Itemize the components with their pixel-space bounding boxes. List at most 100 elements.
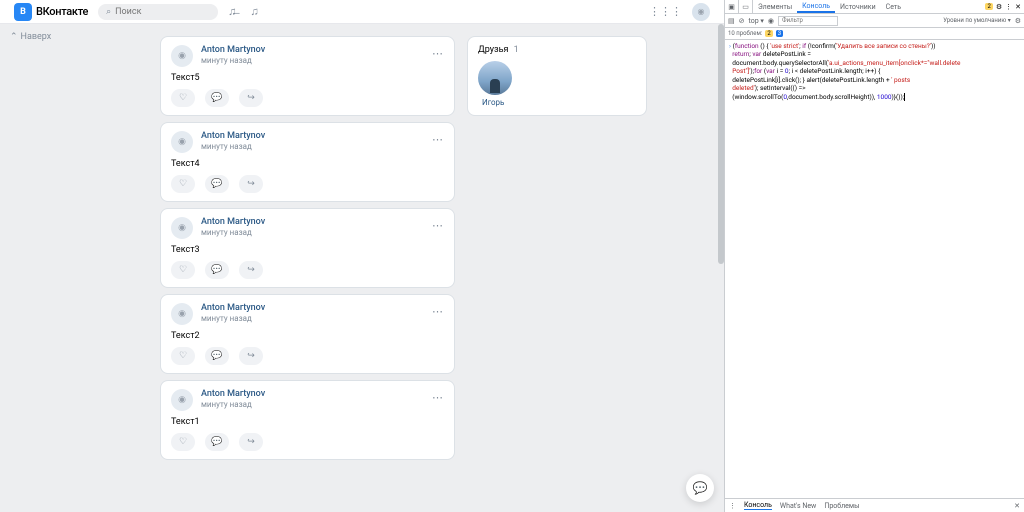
drawer-more-icon[interactable]: ⋮: [729, 502, 736, 510]
post-avatar[interactable]: ◉: [171, 131, 193, 153]
share-button[interactable]: ↪: [239, 89, 263, 107]
wall-post: ◉ Anton Martynov минуту назад ⋯ Текст4 ♡…: [160, 122, 455, 202]
post-author[interactable]: Anton Martynov: [201, 303, 265, 313]
context-select[interactable]: top ▾: [749, 17, 764, 25]
comment-button[interactable]: 💬: [205, 175, 229, 193]
wall-post: ◉ Anton Martynov минуту назад ⋯ Текст2 ♡…: [160, 294, 455, 374]
wall-post: ◉ Anton Martynov минуту назад ⋯ Текст5 ♡…: [160, 36, 455, 116]
chevron-up-icon: ⌃: [10, 32, 18, 42]
drawer-tab-issues[interactable]: Проблемы: [824, 502, 859, 510]
filter-input[interactable]: [778, 16, 838, 26]
back-label: Наверх: [21, 32, 52, 42]
notifications-icon[interactable]: ♫̶: [228, 5, 236, 18]
vk-page: В ВКонтакте ⌕ ♫̶ ♫ ⋮⋮⋮ ◉ ⌃ Наверх: [0, 0, 724, 512]
share-button[interactable]: ↪: [239, 347, 263, 365]
like-button[interactable]: ♡: [171, 261, 195, 279]
wall-post: ◉ Anton Martynov минуту назад ⋯ Текст1 ♡…: [160, 380, 455, 460]
post-more-icon[interactable]: ⋯: [432, 391, 444, 404]
drawer-tab-whatsnew[interactable]: What's New: [780, 502, 816, 510]
services-grid-icon[interactable]: ⋮⋮⋮: [649, 5, 682, 18]
wall-feed: ◉ Anton Martynov минуту назад ⋯ Текст5 ♡…: [160, 36, 455, 460]
issues-bar[interactable]: 10 проблем: 2 3: [725, 28, 1024, 40]
tab-sources[interactable]: Источники: [835, 0, 881, 13]
scrollbar[interactable]: [718, 24, 724, 264]
friend-item[interactable]: Игорь: [478, 61, 636, 107]
drawer-tab-console[interactable]: Консоль: [744, 501, 772, 510]
post-author[interactable]: Anton Martynov: [201, 217, 265, 227]
devtools-drawer: ⋮ Консоль What's New Проблемы ✕: [725, 498, 1024, 512]
vk-logo-icon: В: [14, 3, 32, 21]
post-time: минуту назад: [201, 142, 265, 151]
friends-count: 1: [514, 45, 519, 55]
like-button[interactable]: ♡: [171, 433, 195, 451]
drawer-close-icon[interactable]: ✕: [1014, 502, 1020, 510]
inspect-icon[interactable]: ▣: [725, 0, 739, 13]
user-avatar[interactable]: ◉: [692, 3, 710, 21]
post-more-icon[interactable]: ⋯: [432, 47, 444, 60]
post-avatar[interactable]: ◉: [171, 217, 193, 239]
vk-header: В ВКонтакте ⌕ ♫̶ ♫ ⋮⋮⋮ ◉: [0, 0, 724, 24]
post-text: Текст2: [171, 331, 444, 341]
friend-name: Игорь: [482, 98, 504, 107]
post-avatar[interactable]: ◉: [171, 45, 193, 67]
friend-avatar: [478, 61, 512, 95]
post-time: минуту назад: [201, 400, 265, 409]
live-icon[interactable]: ◉: [768, 17, 774, 25]
share-button[interactable]: ↪: [239, 175, 263, 193]
share-button[interactable]: ↪: [239, 261, 263, 279]
music-icon[interactable]: ♫: [250, 5, 258, 18]
close-icon[interactable]: ✕: [1015, 3, 1021, 11]
post-author[interactable]: Anton Martynov: [201, 131, 265, 141]
post-time: минуту назад: [201, 228, 265, 237]
search-icon: ⌕: [106, 7, 111, 17]
post-avatar[interactable]: ◉: [171, 303, 193, 325]
tab-network[interactable]: Сеть: [881, 0, 906, 13]
share-button[interactable]: ↪: [239, 433, 263, 451]
chat-button[interactable]: 💬: [686, 474, 714, 502]
tab-elements[interactable]: Элементы: [753, 0, 797, 13]
vk-logo[interactable]: В ВКонтакте: [14, 3, 88, 21]
post-more-icon[interactable]: ⋯: [432, 133, 444, 146]
devtools-panel: ▣ ▭ Элементы Консоль Источники Сеть 2 ⚙ …: [724, 0, 1024, 512]
post-text: Текст1: [171, 417, 444, 427]
friends-title: Друзья 1: [478, 45, 636, 55]
post-avatar[interactable]: ◉: [171, 389, 193, 411]
vk-logo-text: ВКонтакте: [36, 5, 88, 18]
post-time: минуту назад: [201, 56, 265, 65]
devtools-tabs: ▣ ▭ Элементы Консоль Источники Сеть 2 ⚙ …: [725, 0, 1024, 14]
device-icon[interactable]: ▭: [739, 0, 753, 13]
console-body[interactable]: › (function () { 'use strict'; if (!conf…: [725, 40, 1024, 498]
post-text: Текст5: [171, 73, 444, 83]
comment-button[interactable]: 💬: [205, 89, 229, 107]
comment-button[interactable]: 💬: [205, 347, 229, 365]
warning-badge[interactable]: 2: [985, 3, 992, 10]
post-text: Текст4: [171, 159, 444, 169]
search-box[interactable]: ⌕: [98, 4, 218, 20]
issues-label: 10 проблем:: [728, 30, 762, 37]
friends-block: Друзья 1 Игорь: [467, 36, 647, 116]
like-button[interactable]: ♡: [171, 89, 195, 107]
tab-console[interactable]: Консоль: [797, 0, 835, 13]
post-author[interactable]: Anton Martynov: [201, 45, 265, 55]
log-levels[interactable]: Уровни по умолчанию ▾: [943, 17, 1010, 24]
clear-icon[interactable]: ⊘: [739, 17, 745, 25]
post-more-icon[interactable]: ⋯: [432, 305, 444, 318]
like-button[interactable]: ♡: [171, 175, 195, 193]
post-time: минуту назад: [201, 314, 265, 323]
post-author[interactable]: Anton Martynov: [201, 389, 265, 399]
more-icon[interactable]: ⋮: [1005, 3, 1012, 11]
post-text: Текст3: [171, 245, 444, 255]
wall-post: ◉ Anton Martynov минуту назад ⋯ Текст3 ♡…: [160, 208, 455, 288]
back-to-top[interactable]: ⌃ Наверх: [10, 32, 51, 42]
settings-icon[interactable]: ⚙: [1015, 17, 1021, 25]
issues-blue: 3: [776, 30, 783, 37]
post-more-icon[interactable]: ⋯: [432, 219, 444, 232]
search-input[interactable]: [115, 7, 195, 17]
sidebar-toggle-icon[interactable]: ▤: [728, 17, 735, 25]
comment-button[interactable]: 💬: [205, 433, 229, 451]
console-toolbar: ▤ ⊘ top ▾ ◉ Уровни по умолчанию ▾ ⚙: [725, 14, 1024, 28]
comment-button[interactable]: 💬: [205, 261, 229, 279]
like-button[interactable]: ♡: [171, 347, 195, 365]
settings-icon[interactable]: ⚙: [996, 3, 1002, 11]
issues-yellow: 2: [765, 30, 772, 37]
